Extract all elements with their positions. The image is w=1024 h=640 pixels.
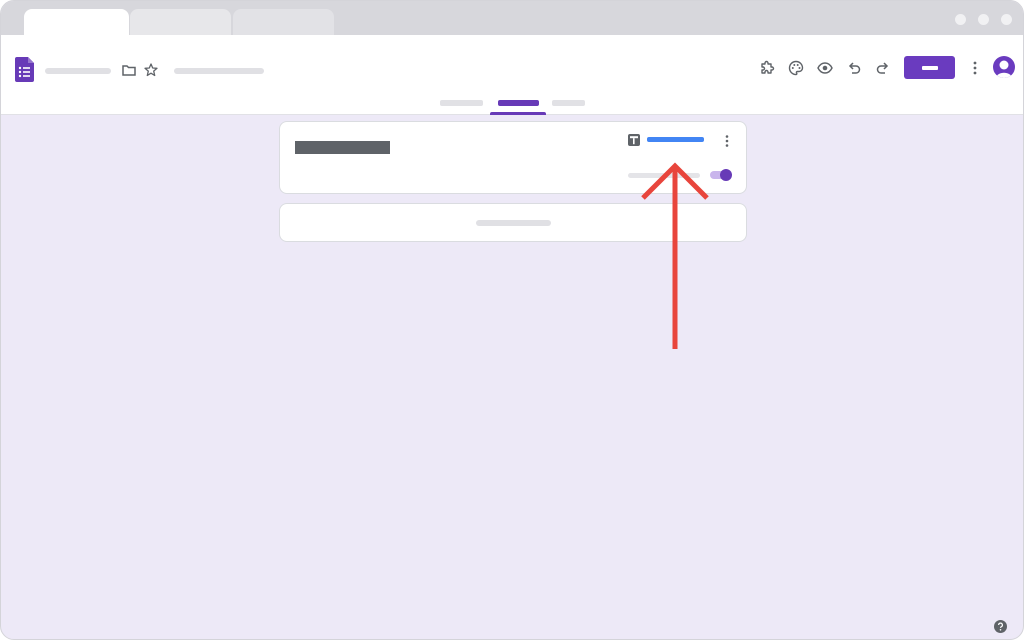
window-close-button[interactable] xyxy=(1001,14,1012,25)
empty-responses-message xyxy=(476,220,551,226)
send-button[interactable] xyxy=(904,56,955,79)
google-forms-icon[interactable] xyxy=(15,57,34,82)
send-button-label xyxy=(921,65,938,70)
more-vert-icon[interactable] xyxy=(970,60,980,76)
redo-icon[interactable] xyxy=(876,61,890,75)
undo-icon[interactable] xyxy=(847,61,861,75)
browser-tab-strip xyxy=(1,1,1023,35)
window-minimize-button[interactable] xyxy=(955,14,966,25)
tab-settings[interactable] xyxy=(552,100,585,106)
browser-tab-active[interactable] xyxy=(24,9,129,35)
app-header xyxy=(1,35,1023,115)
star-icon[interactable] xyxy=(144,63,158,77)
link-to-sheets[interactable] xyxy=(647,137,704,142)
browser-tab[interactable] xyxy=(130,9,231,35)
tab-responses[interactable] xyxy=(498,100,539,106)
tab-questions[interactable] xyxy=(440,100,483,106)
browser-window xyxy=(0,0,1024,640)
addon-icon[interactable] xyxy=(759,60,775,76)
sheets-icon[interactable] xyxy=(628,134,640,146)
form-title[interactable] xyxy=(45,68,111,74)
browser-tab[interactable] xyxy=(233,9,334,35)
annotation-arrow xyxy=(641,162,709,349)
active-tab-indicator xyxy=(490,112,546,115)
toggle-knob xyxy=(720,169,732,181)
folder-icon[interactable] xyxy=(122,64,136,76)
window-maximize-button[interactable] xyxy=(978,14,989,25)
saved-status xyxy=(174,68,264,74)
help-icon[interactable] xyxy=(994,620,1007,633)
palette-icon[interactable] xyxy=(788,60,804,76)
user-avatar[interactable] xyxy=(993,56,1015,78)
responses-count-title xyxy=(295,141,390,154)
eye-icon[interactable] xyxy=(817,62,833,74)
more-vert-icon[interactable] xyxy=(724,134,730,148)
